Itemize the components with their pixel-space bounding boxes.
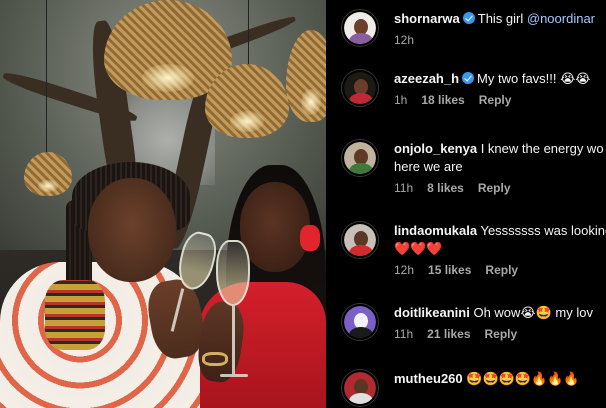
comment-body: mutheu260 🤩🤩🤩🤩🔥🔥🔥 <box>394 370 606 388</box>
beaded-necklace <box>45 280 105 350</box>
comment-meta: 12h 15 likes Reply <box>394 262 606 278</box>
comment-line: lindaomukala Yesssssss was looking <box>394 222 606 240</box>
avatar-body <box>349 163 373 174</box>
comment-time: 12h <box>394 263 415 277</box>
comment-likes[interactable]: 21 likes <box>427 327 470 341</box>
comment-likes[interactable]: 18 likes <box>421 93 464 107</box>
post-video[interactable] <box>0 0 326 408</box>
comment-text: My two favs!!! 😭😭 <box>477 71 591 86</box>
wine-glass-stem <box>232 306 235 374</box>
comment-line: mutheu260 🤩🤩🤩🤩🔥🔥🔥 <box>394 370 606 388</box>
comment-meta: 1h 18 likes Reply <box>394 92 606 108</box>
comments-list[interactable]: shornarwa This girl @noordinar 12h azeeza… <box>326 0 606 408</box>
red-earring <box>300 225 320 251</box>
avatar[interactable] <box>342 70 378 106</box>
comment-time: 12h <box>394 33 415 47</box>
comment-username[interactable]: lindaomukala <box>394 223 477 238</box>
gold-bangle <box>202 352 228 366</box>
comment-likes[interactable]: 8 likes <box>427 181 464 195</box>
comment-text: Yesssssss was looking <box>480 223 606 238</box>
comment-username[interactable]: azeezah_h <box>394 71 459 86</box>
comment-body: azeezah_h My two favs!!! 😭😭 1h 18 likes Rep… <box>394 70 606 108</box>
comment-time: 1h <box>394 93 408 107</box>
wine-glass-base <box>220 374 248 377</box>
comment-meta: 12h <box>394 32 606 48</box>
comment-line: onjolo_kenya I knew the energy wo <box>394 140 606 158</box>
comment-meta: 11h 21 likes Reply <box>394 326 606 342</box>
comment-username[interactable]: mutheu260 <box>394 371 463 386</box>
post-viewer: shornarwa This girl @noordinar 12h azeeza… <box>0 0 606 408</box>
avatar-body <box>349 33 373 44</box>
verified-badge-icon <box>462 72 475 84</box>
avatar[interactable] <box>342 222 378 258</box>
comment-likes[interactable]: 15 likes <box>428 263 471 277</box>
comment-body: shornarwa This girl @noordinar 12h <box>394 10 606 48</box>
comment-username[interactable]: onjolo_kenya <box>394 141 477 156</box>
comment-text: I knew the energy wo <box>480 141 604 156</box>
comment-body: doitlikeanini Oh wow😭🤩 my lov 11h 21 like… <box>394 304 606 342</box>
comment-body: lindaomukala Yesssssss was looking ❤️❤️❤… <box>394 222 606 278</box>
comment-line: shornarwa This girl @noordinar <box>394 10 606 28</box>
lamp-wire <box>46 0 47 156</box>
comment-username[interactable]: doitlikeanini <box>394 305 470 320</box>
avatar-body <box>349 327 373 338</box>
woman-right-face <box>240 182 310 272</box>
reply-button[interactable]: Reply <box>478 181 511 195</box>
reply-button[interactable]: Reply <box>485 263 518 277</box>
comment-time: 11h <box>394 181 414 195</box>
comment-time: 11h <box>394 327 414 341</box>
wine-glass <box>216 240 250 306</box>
avatar[interactable] <box>342 10 378 46</box>
avatar[interactable] <box>342 140 378 176</box>
comment-body: onjolo_kenya I knew the energy wo here w… <box>394 140 606 196</box>
avatar-body <box>349 93 373 104</box>
comment-line: doitlikeanini Oh wow😭🤩 my lov <box>394 304 606 322</box>
reply-button[interactable]: Reply <box>479 93 512 107</box>
comment-text: 🤩🤩🤩🤩🔥🔥🔥 <box>466 371 580 386</box>
avatar-body <box>349 245 373 256</box>
reply-button[interactable]: Reply <box>485 327 518 341</box>
comment-text: Oh wow😭🤩 my lov <box>473 305 593 320</box>
lamp-wire <box>248 0 249 66</box>
verified-badge-icon <box>462 12 475 24</box>
comment-username[interactable]: shornarwa <box>394 11 460 26</box>
avatar[interactable] <box>342 370 378 406</box>
woman-left-face <box>88 178 176 282</box>
comment-line-continued: here we are <box>394 159 463 174</box>
avatar-body <box>349 393 373 404</box>
mention-link[interactable]: @noordinar <box>527 11 595 26</box>
comment-text: This girl <box>477 11 527 26</box>
avatar[interactable] <box>342 304 378 340</box>
comment-meta: 11h 8 likes Reply <box>394 180 606 196</box>
wicker-lamp <box>24 152 72 196</box>
comment-line-continued: ❤️❤️❤️ <box>394 241 443 256</box>
comment-line: azeezah_h My two favs!!! 😭😭 <box>394 70 606 88</box>
